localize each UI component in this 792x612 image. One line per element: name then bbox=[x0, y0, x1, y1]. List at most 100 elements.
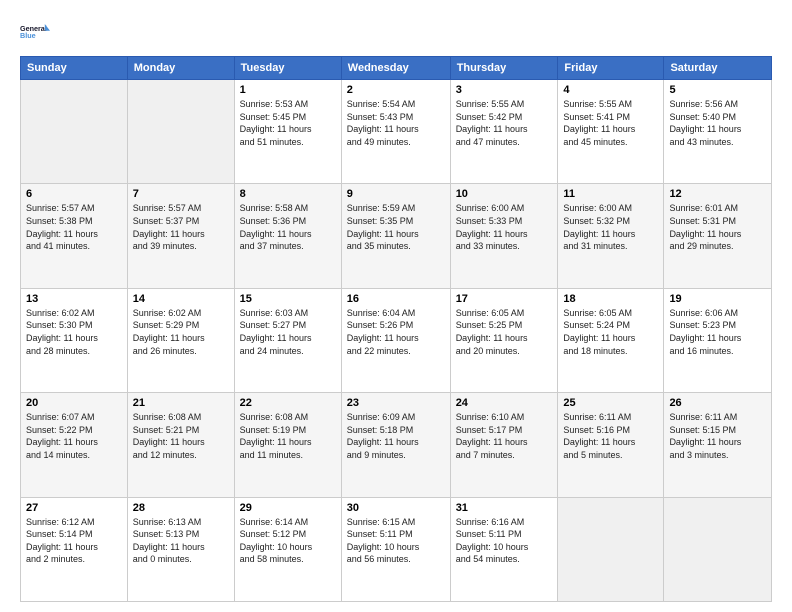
day-info: Sunrise: 6:06 AM Sunset: 5:23 PM Dayligh… bbox=[669, 307, 766, 357]
calendar-cell: 31Sunrise: 6:16 AM Sunset: 5:11 PM Dayli… bbox=[450, 497, 558, 601]
calendar-cell: 13 Sunrise: 6:02 AM Sunset: 5:30 PM Dayli… bbox=[21, 288, 128, 392]
day-number: 13 bbox=[26, 293, 122, 305]
calendar-cell: 8 Sunrise: 5:58 AM Sunset: 5:36 PM Daylig… bbox=[234, 184, 341, 288]
day-info: Sunrise: 6:07 AM Sunset: 5:22 PM Dayligh… bbox=[26, 411, 122, 461]
calendar-week-row: 1Sunrise: 5:53 AM Sunset: 5:45 PM Daylig… bbox=[21, 80, 772, 184]
calendar-cell: 6 Sunrise: 5:57 AM Sunset: 5:38 PM Daylig… bbox=[21, 184, 128, 288]
calendar-cell: 2 Sunrise: 5:54 AM Sunset: 5:43 PM Daylig… bbox=[341, 80, 450, 184]
calendar-cell: 28 Sunrise: 6:13 AM Sunset: 5:13 PM Dayli… bbox=[127, 497, 234, 601]
day-info: Sunrise: 6:14 AM Sunset: 5:12 PM Dayligh… bbox=[240, 516, 336, 566]
calendar-cell: 11Sunrise: 6:00 AM Sunset: 5:32 PM Dayli… bbox=[558, 184, 664, 288]
day-number: 15 bbox=[240, 293, 336, 305]
calendar-week-row: 27 Sunrise: 6:12 AM Sunset: 5:14 PM Dayli… bbox=[21, 497, 772, 601]
day-number: 18 bbox=[563, 293, 658, 305]
day-info: Sunrise: 6:10 AM Sunset: 5:17 PM Dayligh… bbox=[456, 411, 553, 461]
day-info: Sunrise: 6:04 AM Sunset: 5:26 PM Dayligh… bbox=[347, 307, 445, 357]
day-number: 2 bbox=[347, 84, 445, 96]
day-number: 4 bbox=[563, 84, 658, 96]
calendar-table: SundayMondayTuesdayWednesdayThursdayFrid… bbox=[20, 56, 772, 602]
day-info: Sunrise: 6:02 AM Sunset: 5:30 PM Dayligh… bbox=[26, 307, 122, 357]
day-number: 17 bbox=[456, 293, 553, 305]
calendar-cell: 26Sunrise: 6:11 AM Sunset: 5:15 PM Dayli… bbox=[664, 393, 772, 497]
weekday-header: Monday bbox=[127, 57, 234, 80]
day-info: Sunrise: 5:55 AM Sunset: 5:41 PM Dayligh… bbox=[563, 98, 658, 148]
day-info: Sunrise: 6:00 AM Sunset: 5:32 PM Dayligh… bbox=[563, 202, 658, 252]
calendar-cell bbox=[664, 497, 772, 601]
day-number: 27 bbox=[26, 502, 122, 514]
calendar-cell: 10Sunrise: 6:00 AM Sunset: 5:33 PM Dayli… bbox=[450, 184, 558, 288]
calendar-cell: 22 Sunrise: 6:08 AM Sunset: 5:19 PM Dayli… bbox=[234, 393, 341, 497]
weekday-header: Saturday bbox=[664, 57, 772, 80]
page: GeneralBlue SundayMondayTuesdayWednesday… bbox=[0, 0, 792, 612]
logo: GeneralBlue bbox=[20, 16, 52, 48]
day-number: 28 bbox=[133, 502, 229, 514]
calendar-cell bbox=[21, 80, 128, 184]
calendar-cell: 12 Sunrise: 6:01 AM Sunset: 5:31 PM Dayli… bbox=[664, 184, 772, 288]
day-info: Sunrise: 5:55 AM Sunset: 5:42 PM Dayligh… bbox=[456, 98, 553, 148]
calendar-cell: 23 Sunrise: 6:09 AM Sunset: 5:18 PM Dayli… bbox=[341, 393, 450, 497]
day-info: Sunrise: 6:16 AM Sunset: 5:11 PM Dayligh… bbox=[456, 516, 553, 566]
day-number: 21 bbox=[133, 397, 229, 409]
day-number: 12 bbox=[669, 188, 766, 200]
calendar-cell: 19Sunrise: 6:06 AM Sunset: 5:23 PM Dayli… bbox=[664, 288, 772, 392]
weekday-header: Thursday bbox=[450, 57, 558, 80]
day-number: 5 bbox=[669, 84, 766, 96]
day-info: Sunrise: 6:12 AM Sunset: 5:14 PM Dayligh… bbox=[26, 516, 122, 566]
calendar-cell: 18 Sunrise: 6:05 AM Sunset: 5:24 PM Dayli… bbox=[558, 288, 664, 392]
calendar-cell: 15 Sunrise: 6:03 AM Sunset: 5:27 PM Dayli… bbox=[234, 288, 341, 392]
day-info: Sunrise: 6:08 AM Sunset: 5:19 PM Dayligh… bbox=[240, 411, 336, 461]
day-info: Sunrise: 5:53 AM Sunset: 5:45 PM Dayligh… bbox=[240, 98, 336, 148]
weekday-header: Wednesday bbox=[341, 57, 450, 80]
calendar-cell: 30Sunrise: 6:15 AM Sunset: 5:11 PM Dayli… bbox=[341, 497, 450, 601]
day-info: Sunrise: 5:54 AM Sunset: 5:43 PM Dayligh… bbox=[347, 98, 445, 148]
calendar-week-row: 6 Sunrise: 5:57 AM Sunset: 5:38 PM Daylig… bbox=[21, 184, 772, 288]
day-number: 14 bbox=[133, 293, 229, 305]
day-info: Sunrise: 5:59 AM Sunset: 5:35 PM Dayligh… bbox=[347, 202, 445, 252]
calendar-cell: 4 Sunrise: 5:55 AM Sunset: 5:41 PM Daylig… bbox=[558, 80, 664, 184]
day-number: 22 bbox=[240, 397, 336, 409]
calendar-cell: 9 Sunrise: 5:59 AM Sunset: 5:35 PM Daylig… bbox=[341, 184, 450, 288]
calendar-cell bbox=[558, 497, 664, 601]
calendar-cell: 16 Sunrise: 6:04 AM Sunset: 5:26 PM Dayli… bbox=[341, 288, 450, 392]
day-info: Sunrise: 6:13 AM Sunset: 5:13 PM Dayligh… bbox=[133, 516, 229, 566]
day-info: Sunrise: 6:03 AM Sunset: 5:27 PM Dayligh… bbox=[240, 307, 336, 357]
day-info: Sunrise: 6:15 AM Sunset: 5:11 PM Dayligh… bbox=[347, 516, 445, 566]
calendar-cell: 7Sunrise: 5:57 AM Sunset: 5:37 PM Daylig… bbox=[127, 184, 234, 288]
day-number: 20 bbox=[26, 397, 122, 409]
calendar-week-row: 20 Sunrise: 6:07 AM Sunset: 5:22 PM Dayli… bbox=[21, 393, 772, 497]
day-info: Sunrise: 6:01 AM Sunset: 5:31 PM Dayligh… bbox=[669, 202, 766, 252]
day-info: Sunrise: 6:09 AM Sunset: 5:18 PM Dayligh… bbox=[347, 411, 445, 461]
calendar-cell: 14 Sunrise: 6:02 AM Sunset: 5:29 PM Dayli… bbox=[127, 288, 234, 392]
day-number: 16 bbox=[347, 293, 445, 305]
logo-icon: GeneralBlue bbox=[20, 16, 52, 48]
header: GeneralBlue bbox=[20, 16, 772, 48]
svg-text:Blue: Blue bbox=[20, 31, 36, 40]
day-number: 9 bbox=[347, 188, 445, 200]
calendar-week-row: 13 Sunrise: 6:02 AM Sunset: 5:30 PM Dayli… bbox=[21, 288, 772, 392]
day-info: Sunrise: 6:11 AM Sunset: 5:15 PM Dayligh… bbox=[669, 411, 766, 461]
day-info: Sunrise: 5:57 AM Sunset: 5:37 PM Dayligh… bbox=[133, 202, 229, 252]
calendar-cell: 17 Sunrise: 6:05 AM Sunset: 5:25 PM Dayli… bbox=[450, 288, 558, 392]
day-number: 3 bbox=[456, 84, 553, 96]
calendar-cell: 1Sunrise: 5:53 AM Sunset: 5:45 PM Daylig… bbox=[234, 80, 341, 184]
day-number: 8 bbox=[240, 188, 336, 200]
calendar-cell: 25Sunrise: 6:11 AM Sunset: 5:16 PM Dayli… bbox=[558, 393, 664, 497]
calendar-cell bbox=[127, 80, 234, 184]
day-info: Sunrise: 6:05 AM Sunset: 5:25 PM Dayligh… bbox=[456, 307, 553, 357]
day-info: Sunrise: 5:57 AM Sunset: 5:38 PM Dayligh… bbox=[26, 202, 122, 252]
day-number: 25 bbox=[563, 397, 658, 409]
day-number: 29 bbox=[240, 502, 336, 514]
day-info: Sunrise: 6:05 AM Sunset: 5:24 PM Dayligh… bbox=[563, 307, 658, 357]
calendar-cell: 21Sunrise: 6:08 AM Sunset: 5:21 PM Dayli… bbox=[127, 393, 234, 497]
day-number: 24 bbox=[456, 397, 553, 409]
day-info: Sunrise: 6:02 AM Sunset: 5:29 PM Dayligh… bbox=[133, 307, 229, 357]
calendar-cell: 20 Sunrise: 6:07 AM Sunset: 5:22 PM Dayli… bbox=[21, 393, 128, 497]
weekday-header: Sunday bbox=[21, 57, 128, 80]
day-info: Sunrise: 5:58 AM Sunset: 5:36 PM Dayligh… bbox=[240, 202, 336, 252]
calendar-cell: 5 Sunrise: 5:56 AM Sunset: 5:40 PM Daylig… bbox=[664, 80, 772, 184]
day-info: Sunrise: 5:56 AM Sunset: 5:40 PM Dayligh… bbox=[669, 98, 766, 148]
day-number: 6 bbox=[26, 188, 122, 200]
weekday-header: Friday bbox=[558, 57, 664, 80]
calendar-cell: 24 Sunrise: 6:10 AM Sunset: 5:17 PM Dayli… bbox=[450, 393, 558, 497]
day-number: 23 bbox=[347, 397, 445, 409]
